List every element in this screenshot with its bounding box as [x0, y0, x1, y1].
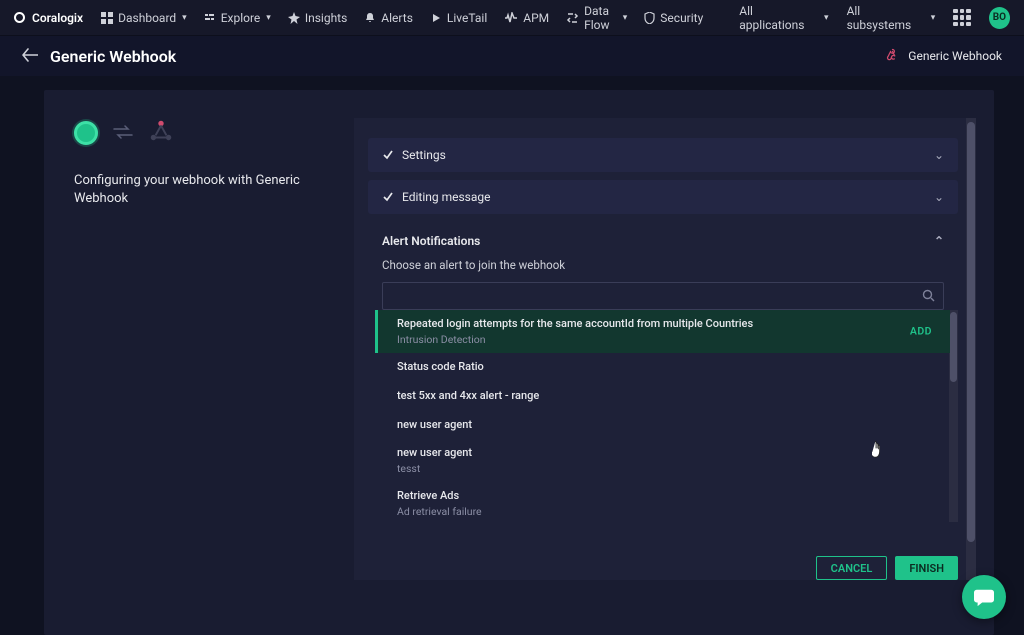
alert-item[interactable]: new user agent	[375, 411, 950, 440]
avatar[interactable]: BO	[989, 7, 1010, 29]
caret-icon: ▾	[623, 13, 628, 23]
alert-item[interactable]: new user agenttesst	[375, 439, 950, 482]
back-arrow-icon[interactable]	[22, 47, 38, 66]
apps-grid-icon[interactable]	[953, 9, 970, 27]
all-subs-dropdown[interactable]: All subsystems ▾	[847, 4, 936, 32]
alert-list: Repeated login attempts for the same acc…	[368, 310, 958, 522]
left-description: Configuring your webhook with Generic We…	[74, 172, 354, 207]
section-editing-message[interactable]: Editing message ⌄	[368, 180, 958, 214]
all-subs-label: All subsystems	[847, 4, 925, 32]
finish-button-label: FINISH	[909, 562, 944, 575]
nav-livetail-label: LiveTail	[447, 11, 487, 25]
dashboard-icon	[101, 12, 113, 24]
nav-dashboard[interactable]: Dashboard ▾	[101, 11, 187, 25]
alert-item-title: Repeated login attempts for the same acc…	[397, 317, 928, 332]
nav-items: Dashboard ▾ Explore ▾ Insights Alerts Li…	[101, 4, 703, 32]
alert-item-title: new user agent	[397, 418, 928, 433]
nav-insights-label: Insights	[305, 11, 347, 25]
alert-item-sub: Intrusion Detection	[397, 333, 928, 346]
caret-icon: ▾	[824, 13, 829, 23]
nav-dashboard-label: Dashboard	[118, 11, 176, 25]
nav-explore[interactable]: Explore ▾	[204, 11, 271, 25]
alert-item-title: new user agent	[397, 446, 928, 461]
nav-livetail[interactable]: LiveTail	[430, 11, 487, 25]
all-apps-label: All applications	[739, 4, 818, 32]
top-nav: Coralogix Dashboard ▾ Explore ▾ Insights…	[0, 0, 1024, 36]
check-icon	[382, 149, 394, 161]
nav-alerts-label: Alerts	[381, 11, 413, 25]
alert-item-sub: Ad retrieval failure	[397, 505, 928, 518]
nav-insights[interactable]: Insights	[288, 11, 347, 25]
crumb-label: Generic Webhook	[908, 49, 1002, 63]
right-panel: Settings ⌄ Editing message ⌄ Alert Notif…	[354, 118, 976, 580]
title-bar: Generic Webhook Generic Webhook	[0, 36, 1024, 76]
nav-dataflow-label: Data Flow	[584, 4, 617, 32]
nav-security-label: Security	[660, 11, 703, 25]
chevron-up-icon: ⌃	[934, 234, 944, 248]
alert-search-input[interactable]	[391, 289, 922, 303]
nav-dataflow[interactable]: Data Flow ▾	[566, 4, 627, 32]
nav-alerts[interactable]: Alerts	[364, 11, 413, 25]
main-panel: Configuring your webhook with Generic We…	[44, 90, 994, 635]
caret-icon: ▾	[931, 13, 936, 23]
footer-buttons: CANCEL FINISH	[816, 556, 958, 580]
alert-item-sub: tesst	[397, 462, 928, 475]
nav-security[interactable]: Security	[644, 11, 703, 25]
brand-name: Coralogix	[32, 11, 83, 25]
check-icon	[382, 191, 394, 203]
finish-button[interactable]: FINISH	[895, 556, 958, 580]
explore-icon	[204, 12, 216, 24]
section-alert-notifications-label: Alert Notifications	[382, 234, 480, 248]
webhook-large-icon	[148, 118, 174, 148]
chat-icon	[973, 587, 995, 607]
left-column: Configuring your webhook with Generic We…	[44, 118, 354, 635]
insights-icon	[288, 12, 300, 24]
all-apps-dropdown[interactable]: All applications ▾	[739, 4, 828, 32]
caret-icon: ▾	[182, 13, 187, 23]
chevron-down-icon: ⌄	[934, 190, 944, 204]
add-alert-button[interactable]: ADD	[910, 325, 932, 338]
alert-search[interactable]	[382, 282, 944, 310]
panel-scrollbar[interactable]	[966, 118, 976, 580]
list-scrollbar[interactable]	[949, 310, 958, 522]
caret-icon: ▾	[266, 13, 271, 23]
nav-apm[interactable]: APM	[504, 11, 549, 25]
help-chat-button[interactable]	[962, 575, 1006, 619]
brand-logo[interactable]: Coralogix	[14, 11, 83, 25]
bell-icon	[364, 12, 376, 24]
shield-icon	[644, 12, 655, 24]
avatar-initials: BO	[993, 12, 1006, 23]
page-title: Generic Webhook	[50, 47, 176, 66]
section-settings-label: Settings	[402, 148, 446, 162]
nav-apm-label: APM	[523, 11, 549, 25]
alert-item[interactable]: test 5xx and 4xx alert - range	[375, 382, 950, 411]
section-alert-notifications[interactable]: Alert Notifications ⌃	[368, 222, 958, 252]
alert-item-title: test 5xx and 4xx alert - range	[397, 389, 928, 404]
swap-icon	[112, 124, 134, 143]
nav-explore-label: Explore	[221, 11, 261, 25]
chevron-down-icon: ⌄	[934, 148, 944, 162]
alert-item-title: Status code Ratio	[397, 360, 928, 375]
webhook-icon	[885, 47, 900, 65]
section-settings[interactable]: Settings ⌄	[368, 138, 958, 172]
logo-icon	[14, 12, 25, 23]
alert-item-title: Retrieve Ads	[397, 489, 928, 504]
alert-item[interactable]: Repeated login attempts for the same acc…	[375, 310, 950, 353]
status-dot-icon	[74, 121, 98, 145]
cancel-button-label: CANCEL	[831, 562, 873, 575]
alert-item[interactable]: Status code Ratio	[375, 353, 950, 382]
play-icon	[430, 12, 442, 24]
cancel-button[interactable]: CANCEL	[816, 556, 888, 580]
apm-icon	[504, 12, 518, 24]
choose-alert-text: Choose an alert to join the webhook	[368, 252, 958, 282]
dataflow-icon	[566, 12, 579, 24]
section-editing-message-label: Editing message	[402, 190, 490, 204]
search-icon	[922, 287, 935, 306]
alert-item[interactable]: Retrieve AdsAd retrieval failure	[375, 482, 950, 522]
